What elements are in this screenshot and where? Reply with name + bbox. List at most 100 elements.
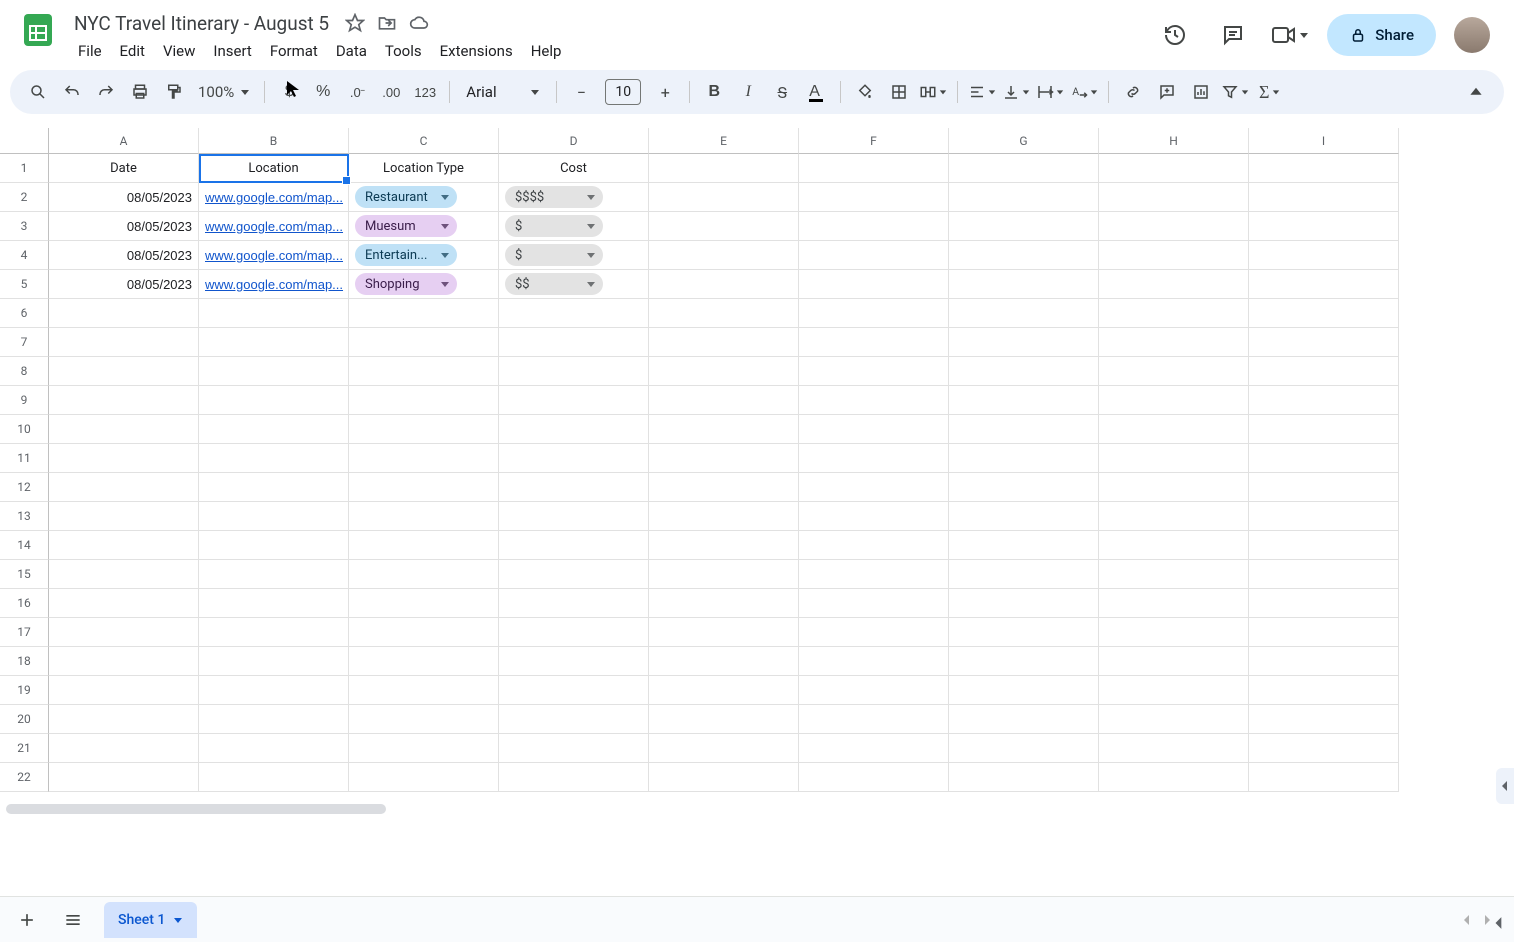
cell-I5[interactable] — [1249, 270, 1399, 299]
cell-A7[interactable] — [49, 328, 199, 357]
meet-button[interactable] — [1271, 24, 1309, 46]
cell-F8[interactable] — [799, 357, 949, 386]
cell-D1[interactable]: Cost — [499, 154, 649, 183]
cell-B14[interactable] — [199, 531, 349, 560]
cell-C22[interactable] — [349, 763, 499, 792]
collapse-toolbar-icon[interactable] — [1460, 76, 1492, 108]
cell-A22[interactable] — [49, 763, 199, 792]
app-logo[interactable] — [16, 8, 60, 52]
cell-I18[interactable] — [1249, 647, 1399, 676]
more-formats-icon[interactable]: 123 — [409, 76, 441, 108]
cell-E12[interactable] — [649, 473, 799, 502]
cell-H22[interactable] — [1099, 763, 1249, 792]
cell-C14[interactable] — [349, 531, 499, 560]
cell-F14[interactable] — [799, 531, 949, 560]
cell-E3[interactable] — [649, 212, 799, 241]
cell-C18[interactable] — [349, 647, 499, 676]
cell-C17[interactable] — [349, 618, 499, 647]
cell-C1[interactable]: Location Type — [349, 154, 499, 183]
cell-F2[interactable] — [799, 183, 949, 212]
account-avatar[interactable] — [1454, 17, 1490, 53]
cell-A15[interactable] — [49, 560, 199, 589]
cell-H10[interactable] — [1099, 415, 1249, 444]
italic-icon[interactable]: I — [732, 76, 764, 108]
cell-H2[interactable] — [1099, 183, 1249, 212]
cell-G14[interactable] — [949, 531, 1099, 560]
cell-B17[interactable] — [199, 618, 349, 647]
cell-F12[interactable] — [799, 473, 949, 502]
cell-H12[interactable] — [1099, 473, 1249, 502]
tab-scroll-left-icon[interactable] — [1462, 914, 1472, 926]
cell-A10[interactable] — [49, 415, 199, 444]
row-header-1[interactable]: 1 — [0, 154, 49, 183]
cell-I12[interactable] — [1249, 473, 1399, 502]
row-header-18[interactable]: 18 — [0, 647, 49, 676]
menu-format[interactable]: Format — [262, 39, 326, 63]
cell-C6[interactable] — [349, 299, 499, 328]
location-type-chip[interactable]: Entertain... — [355, 244, 457, 266]
row-header-3[interactable]: 3 — [0, 212, 49, 241]
menu-tools[interactable]: Tools — [377, 39, 430, 63]
all-sheets-icon[interactable] — [58, 905, 88, 935]
row-header-17[interactable]: 17 — [0, 618, 49, 647]
menu-data[interactable]: Data — [328, 39, 375, 63]
menu-edit[interactable]: Edit — [112, 39, 153, 63]
cell-C5[interactable]: Shopping — [349, 270, 499, 299]
cell-G7[interactable] — [949, 328, 1099, 357]
cell-E10[interactable] — [649, 415, 799, 444]
cell-D10[interactable] — [499, 415, 649, 444]
cell-E2[interactable] — [649, 183, 799, 212]
cell-E9[interactable] — [649, 386, 799, 415]
cell-B1[interactable]: Location — [199, 154, 349, 183]
row-header-2[interactable]: 2 — [0, 183, 49, 212]
cell-E22[interactable] — [649, 763, 799, 792]
cell-I21[interactable] — [1249, 734, 1399, 763]
cell-E6[interactable] — [649, 299, 799, 328]
cost-chip[interactable]: $$ — [505, 273, 603, 295]
cell-F21[interactable] — [799, 734, 949, 763]
cell-H14[interactable] — [1099, 531, 1249, 560]
cell-H8[interactable] — [1099, 357, 1249, 386]
cell-E1[interactable] — [649, 154, 799, 183]
cell-I3[interactable] — [1249, 212, 1399, 241]
vertical-align-icon[interactable] — [1000, 76, 1032, 108]
cell-C9[interactable] — [349, 386, 499, 415]
cell-B2[interactable]: www.google.com/map... — [199, 183, 349, 212]
cell-C7[interactable] — [349, 328, 499, 357]
row-header-5[interactable]: 5 — [0, 270, 49, 299]
text-wrap-icon[interactable] — [1034, 76, 1066, 108]
cell-F6[interactable] — [799, 299, 949, 328]
cell-I4[interactable] — [1249, 241, 1399, 270]
cell-H16[interactable] — [1099, 589, 1249, 618]
cell-D6[interactable] — [499, 299, 649, 328]
row-header-6[interactable]: 6 — [0, 299, 49, 328]
strikethrough-icon[interactable]: S — [766, 76, 798, 108]
cloud-status-icon[interactable] — [409, 13, 429, 33]
cell-A17[interactable] — [49, 618, 199, 647]
cell-E18[interactable] — [649, 647, 799, 676]
text-color-icon[interactable]: A — [800, 76, 832, 108]
cell-E20[interactable] — [649, 705, 799, 734]
row-header-11[interactable]: 11 — [0, 444, 49, 473]
cell-F15[interactable] — [799, 560, 949, 589]
cell-A11[interactable] — [49, 444, 199, 473]
functions-icon[interactable]: Σ — [1253, 76, 1285, 108]
filter-icon[interactable] — [1219, 76, 1251, 108]
cell-D4[interactable]: $ — [499, 241, 649, 270]
cell-E13[interactable] — [649, 502, 799, 531]
cell-A18[interactable] — [49, 647, 199, 676]
cell-B10[interactable] — [199, 415, 349, 444]
cell-I11[interactable] — [1249, 444, 1399, 473]
cell-I9[interactable] — [1249, 386, 1399, 415]
bold-icon[interactable]: B — [698, 76, 730, 108]
menu-extensions[interactable]: Extensions — [432, 39, 521, 63]
cell-H5[interactable] — [1099, 270, 1249, 299]
cell-D22[interactable] — [499, 763, 649, 792]
merge-cells-icon[interactable] — [917, 76, 949, 108]
cell-D5[interactable]: $$ — [499, 270, 649, 299]
cell-F3[interactable] — [799, 212, 949, 241]
search-menus-icon[interactable] — [22, 76, 54, 108]
menu-insert[interactable]: Insert — [205, 39, 259, 63]
col-header-H[interactable]: H — [1099, 128, 1249, 154]
cell-C15[interactable] — [349, 560, 499, 589]
